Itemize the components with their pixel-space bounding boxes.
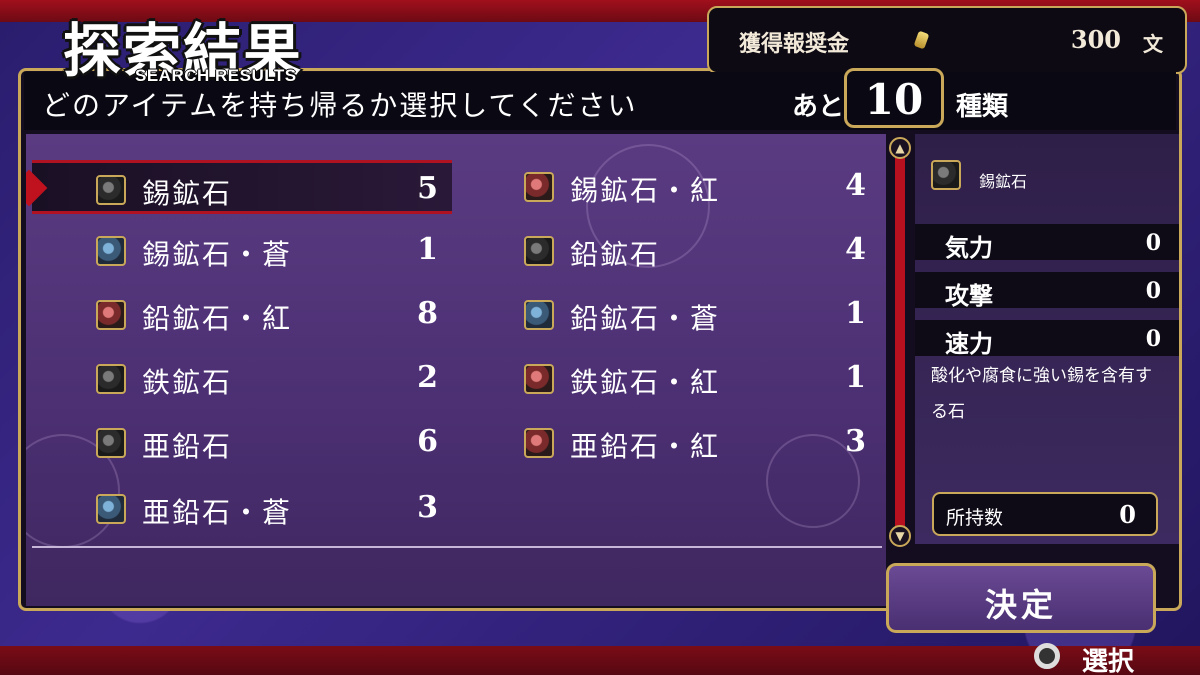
ore-icon xyxy=(96,236,126,266)
scrollbar-track[interactable] xyxy=(895,155,905,529)
item-row[interactable]: 錫鉱石 5 xyxy=(26,160,452,214)
remaining-count-box: 10 xyxy=(844,68,944,128)
stat-value: 0 xyxy=(1145,326,1161,352)
owned-count-box: 所持数 0 xyxy=(932,492,1158,536)
item-row[interactable]: 鉛鉱石・蒼 1 xyxy=(460,288,880,342)
ore-icon xyxy=(524,300,554,330)
confirm-button[interactable]: 決定 xyxy=(886,563,1156,633)
item-row[interactable]: 亜鉛石 6 xyxy=(32,416,452,470)
item-row[interactable]: 亜鉛石・蒼 3 xyxy=(32,482,452,536)
reward-label: 獲得報奨金 xyxy=(739,31,850,57)
item-list: 錫鉱石 5 錫鉱石・蒼 1 鉛鉱石・紅 8 鉄鉱石 2 亜鉛石 6 亜鉛石・蒼 … xyxy=(26,134,886,606)
item-name: 錫鉱石 xyxy=(142,177,233,210)
hint-label: 選択 xyxy=(1082,647,1135,675)
reward-value: 300 xyxy=(1070,25,1121,54)
title-english: SEARCH RESULTS xyxy=(135,66,297,85)
ore-icon xyxy=(931,160,961,190)
reward-box: 獲得報奨金 300 文 xyxy=(707,6,1187,74)
stat-row: 速力 0 xyxy=(915,320,1179,358)
remaining-suffix: 種類 xyxy=(956,92,1009,122)
ore-icon xyxy=(524,428,554,458)
ore-icon xyxy=(96,300,126,330)
item-name: 錫鉱石・紅 xyxy=(570,174,721,207)
item-row[interactable]: 亜鉛石・紅 3 xyxy=(460,416,880,470)
reward-unit: 文 xyxy=(1143,32,1163,56)
item-detail-panel: 錫鉱石 気力 0 攻撃 0 速力 0 酸化や腐食に強い錫を含有する石 xyxy=(915,134,1179,544)
remaining-count: 10 xyxy=(864,75,924,124)
item-name: 錫鉱石・蒼 xyxy=(142,238,293,271)
item-name: 亜鉛石・蒼 xyxy=(142,496,293,529)
item-name: 鉄鉱石 xyxy=(142,366,233,399)
item-count: 1 xyxy=(417,232,438,267)
remaining-prefix: あと xyxy=(792,92,845,122)
item-name: 鉄鉱石・紅 xyxy=(570,366,721,399)
screen-title: 探索結果 SEARCH RESULTS xyxy=(55,4,345,85)
item-row[interactable]: 鉛鉱石 4 xyxy=(460,224,880,278)
item-name: 鉛鉱石・蒼 xyxy=(570,302,721,335)
item-name: 亜鉛石・紅 xyxy=(570,430,721,463)
stat-value: 0 xyxy=(1145,230,1161,256)
item-row[interactable]: 鉛鉱石・紅 8 xyxy=(32,288,452,342)
ore-icon xyxy=(96,364,126,394)
stat-label: 攻撃 xyxy=(945,281,993,310)
item-description: 酸化や腐食に強い錫を含有する石 xyxy=(931,366,1152,422)
item-count: 8 xyxy=(417,296,438,331)
item-count: 4 xyxy=(845,232,866,267)
owned-label: 所持数 xyxy=(946,507,1004,529)
scrollbar[interactable]: ▲ ▼ xyxy=(889,137,911,547)
ore-icon xyxy=(96,175,126,205)
item-count: 1 xyxy=(845,360,866,395)
item-name: 鉛鉱石・紅 xyxy=(142,302,293,335)
coin-icon xyxy=(913,30,930,50)
stat-label: 速力 xyxy=(945,329,993,358)
item-count: 4 xyxy=(845,168,866,203)
confirm-label: 決定 xyxy=(984,586,1057,624)
circle-button-icon xyxy=(1034,643,1060,669)
item-count: 3 xyxy=(845,424,866,459)
ore-icon xyxy=(96,428,126,458)
owned-value: 0 xyxy=(1119,500,1136,529)
stat-row: 攻撃 0 xyxy=(915,272,1179,310)
scroll-up-icon[interactable]: ▲ xyxy=(889,137,911,159)
detail-header: 錫鉱石 xyxy=(915,154,1179,204)
item-row[interactable]: 錫鉱石・紅 4 xyxy=(460,160,880,214)
ore-icon xyxy=(96,494,126,524)
bottom-border xyxy=(0,646,1200,675)
item-name: 亜鉛石 xyxy=(142,430,233,463)
item-count: 2 xyxy=(417,360,438,395)
stat-row: 気力 0 xyxy=(915,224,1179,262)
ore-icon xyxy=(524,364,554,394)
stat-label: 気力 xyxy=(945,233,993,262)
list-divider xyxy=(32,546,882,548)
item-count: 1 xyxy=(845,296,866,331)
prompt-text: どのアイテムを持ち帰るか選択してください xyxy=(42,89,638,122)
game-screen: 探索結果 SEARCH RESULTS 獲得報奨金 300 文 どのアイテムを持… xyxy=(0,0,1200,675)
ore-icon xyxy=(524,172,554,202)
ore-icon xyxy=(524,236,554,266)
item-count: 6 xyxy=(417,424,438,459)
item-row[interactable]: 錫鉱石・蒼 1 xyxy=(32,224,452,278)
item-row[interactable]: 鉄鉱石 2 xyxy=(32,352,452,406)
selection-marker-icon xyxy=(26,169,48,207)
item-count: 3 xyxy=(417,490,438,525)
stat-value: 0 xyxy=(1145,278,1161,304)
item-row[interactable]: 鉄鉱石・紅 1 xyxy=(460,352,880,406)
detail-item-name: 錫鉱石 xyxy=(979,172,1028,191)
item-name: 鉛鉱石 xyxy=(570,238,661,271)
scroll-down-icon[interactable]: ▼ xyxy=(889,525,911,547)
item-count: 5 xyxy=(417,171,438,206)
